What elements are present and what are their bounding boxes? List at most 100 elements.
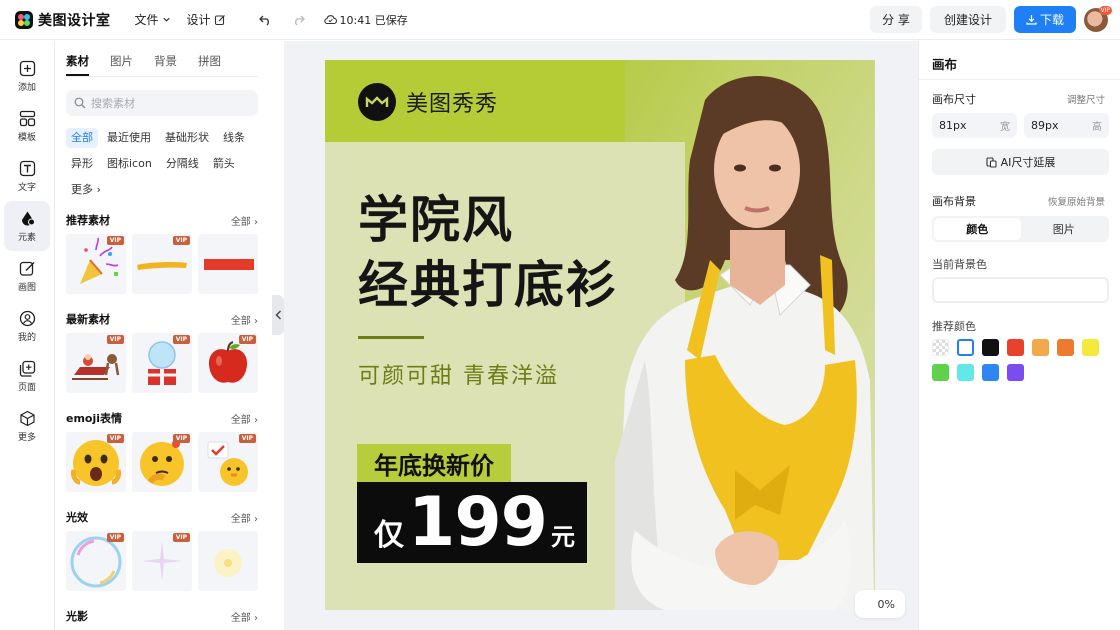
rail-item-text[interactable]: 文字 <box>0 151 54 201</box>
price-prefix: 仅 <box>374 518 404 553</box>
create-design-button[interactable]: 创建设计 <box>930 6 1006 33</box>
chevron-left-icon <box>275 310 281 320</box>
download-button[interactable]: 下载 <box>1014 6 1076 33</box>
color-swatch[interactable] <box>957 339 974 356</box>
tab-images[interactable]: 图片 <box>110 53 133 76</box>
height-unit: 高 <box>1092 122 1102 133</box>
color-swatch[interactable] <box>1007 364 1024 381</box>
rail-item-draw[interactable]: 画图 <box>0 251 54 301</box>
color-swatch[interactable] <box>982 364 999 381</box>
chip-icons[interactable]: 图标icon <box>102 154 157 174</box>
section-all-link[interactable]: 全部 › <box>231 510 258 525</box>
avatar-vip-badge: VIP <box>1098 5 1112 15</box>
asset-sparkle[interactable]: VIP <box>132 531 192 591</box>
chip-shapes[interactable]: 基础形状 <box>160 128 214 148</box>
price-box[interactable]: 仅 199 元 <box>357 482 587 563</box>
red-bar-icon <box>204 259 254 270</box>
color-swatch[interactable] <box>982 339 999 356</box>
seg-image[interactable]: 图片 <box>1021 218 1108 240</box>
height-field[interactable]: 89px 高 <box>1024 113 1109 138</box>
avatar[interactable]: VIP <box>1084 5 1112 32</box>
asset-snow-globe[interactable]: VIP <box>132 333 192 393</box>
asset-emoji-shocked[interactable]: VIP <box>66 432 126 492</box>
share-button[interactable]: 分 享 <box>870 6 922 33</box>
chip-special[interactable]: 异形 <box>66 154 98 174</box>
collapse-panel-button[interactable] <box>272 295 284 335</box>
ai-extend-icon <box>986 156 997 168</box>
section-all-link[interactable]: 全部 › <box>231 609 258 624</box>
canvas-size-label: 画布尺寸 <box>932 93 976 106</box>
subline-text[interactable]: 可颜可甜 青春洋溢 <box>358 358 559 390</box>
price-value: 199 <box>408 483 548 562</box>
width-field[interactable]: 81px 宽 <box>932 113 1017 138</box>
section-all-link[interactable]: 全部 › <box>231 411 258 426</box>
brand-name: 美图秀秀 <box>406 92 499 117</box>
asset-sleigh[interactable]: VIP <box>66 333 126 393</box>
asset-emoji-thinking[interactable]: VIP <box>132 432 192 492</box>
current-bg-color[interactable] <box>932 277 1109 303</box>
headline-line-1[interactable]: 学院风 <box>358 190 514 250</box>
color-swatch[interactable] <box>1082 339 1099 356</box>
rail-item-pages[interactable]: 页面 <box>0 351 54 401</box>
rail-item-add[interactable]: 添加 <box>0 51 54 101</box>
resize-link[interactable]: 调整尺寸 <box>1067 92 1105 106</box>
seg-color[interactable]: 颜色 <box>934 218 1021 240</box>
rail-item-mine[interactable]: 我的 <box>0 301 54 351</box>
chip-arrows[interactable]: 箭头 <box>208 154 240 174</box>
color-swatch[interactable] <box>957 364 974 381</box>
asset-glow[interactable] <box>198 531 258 591</box>
vip-badge: VIP <box>172 335 190 344</box>
zoom-control[interactable]: 0% <box>855 590 905 618</box>
asset-bubble[interactable]: VIP <box>66 531 126 591</box>
design-canvas[interactable]: 美图秀秀 学院风 经典打底衫 可颜可甜 青春洋溢 年底换新价 仅 199 元 <box>325 60 875 610</box>
asset-red-bar[interactable] <box>198 234 258 294</box>
chip-lines[interactable]: 线条 <box>218 128 250 148</box>
asset-party-popper[interactable]: VIP <box>66 234 126 294</box>
asset-apple[interactable]: VIP <box>198 333 258 393</box>
ai-extend-button[interactable]: AI尺寸延展 <box>932 149 1109 175</box>
width-value: 81px <box>939 119 967 132</box>
asset-grid: VIP VIP <box>66 531 258 591</box>
asset-brush-stroke[interactable]: VIP <box>132 234 192 294</box>
section-title: 光效 <box>66 511 88 524</box>
tab-materials[interactable]: 素材 <box>66 53 89 76</box>
file-menu[interactable]: 文件 <box>135 11 171 28</box>
section-all-link[interactable]: 全部 › <box>231 312 258 327</box>
section-all-link[interactable]: 全部 › <box>231 213 258 228</box>
design-menu[interactable]: 设计 <box>187 11 226 28</box>
rail-item-more[interactable]: 更多 <box>0 401 54 451</box>
search-placeholder: 搜索素材 <box>91 97 135 110</box>
color-swatch[interactable] <box>1007 339 1024 356</box>
app-logo[interactable]: 美图设计室 <box>15 10 111 30</box>
asset-emoji-chick[interactable]: VIP <box>198 432 258 492</box>
chip-recent[interactable]: 最近使用 <box>102 128 156 148</box>
ai-extend-label: AI尺寸延展 <box>1000 156 1056 169</box>
tab-backgrounds[interactable]: 背景 <box>154 53 177 76</box>
plus-square-icon <box>19 60 35 76</box>
rail-item-templates[interactable]: 模板 <box>0 101 54 151</box>
promo-tag[interactable]: 年底换新价 <box>357 444 511 482</box>
color-swatch[interactable] <box>932 339 949 356</box>
headline-line-2[interactable]: 经典打底衫 <box>358 255 618 315</box>
search-input[interactable]: 搜索素材 <box>66 90 258 116</box>
model-photo[interactable] <box>615 60 875 610</box>
rail-item-elements[interactable]: 元素 <box>4 201 50 251</box>
color-swatch[interactable] <box>1057 339 1074 356</box>
section-header: 最新素材 全部 › <box>66 311 258 327</box>
brand-block: 美图秀秀 <box>358 83 498 121</box>
recommend-colors-label: 推荐颜色 <box>932 320 976 333</box>
redo-button[interactable] <box>288 14 308 26</box>
cube-icon <box>19 410 35 426</box>
chip-more[interactable]: 更多 › <box>66 180 106 200</box>
edit-icon <box>214 14 225 25</box>
save-status: 10:41 已保存 <box>323 12 408 28</box>
color-swatch[interactable] <box>1032 339 1049 356</box>
chip-dividers[interactable]: 分隔线 <box>161 154 204 174</box>
meitu-logo-icon <box>358 83 396 121</box>
restore-bg-link[interactable]: 恢复原始背景 <box>1048 194 1105 208</box>
canvas-bg-label: 画布背景 <box>932 195 976 208</box>
color-swatch[interactable] <box>932 364 949 381</box>
tab-collage[interactable]: 拼图 <box>198 53 221 76</box>
undo-button[interactable] <box>256 14 276 26</box>
chip-all[interactable]: 全部 <box>66 128 98 148</box>
